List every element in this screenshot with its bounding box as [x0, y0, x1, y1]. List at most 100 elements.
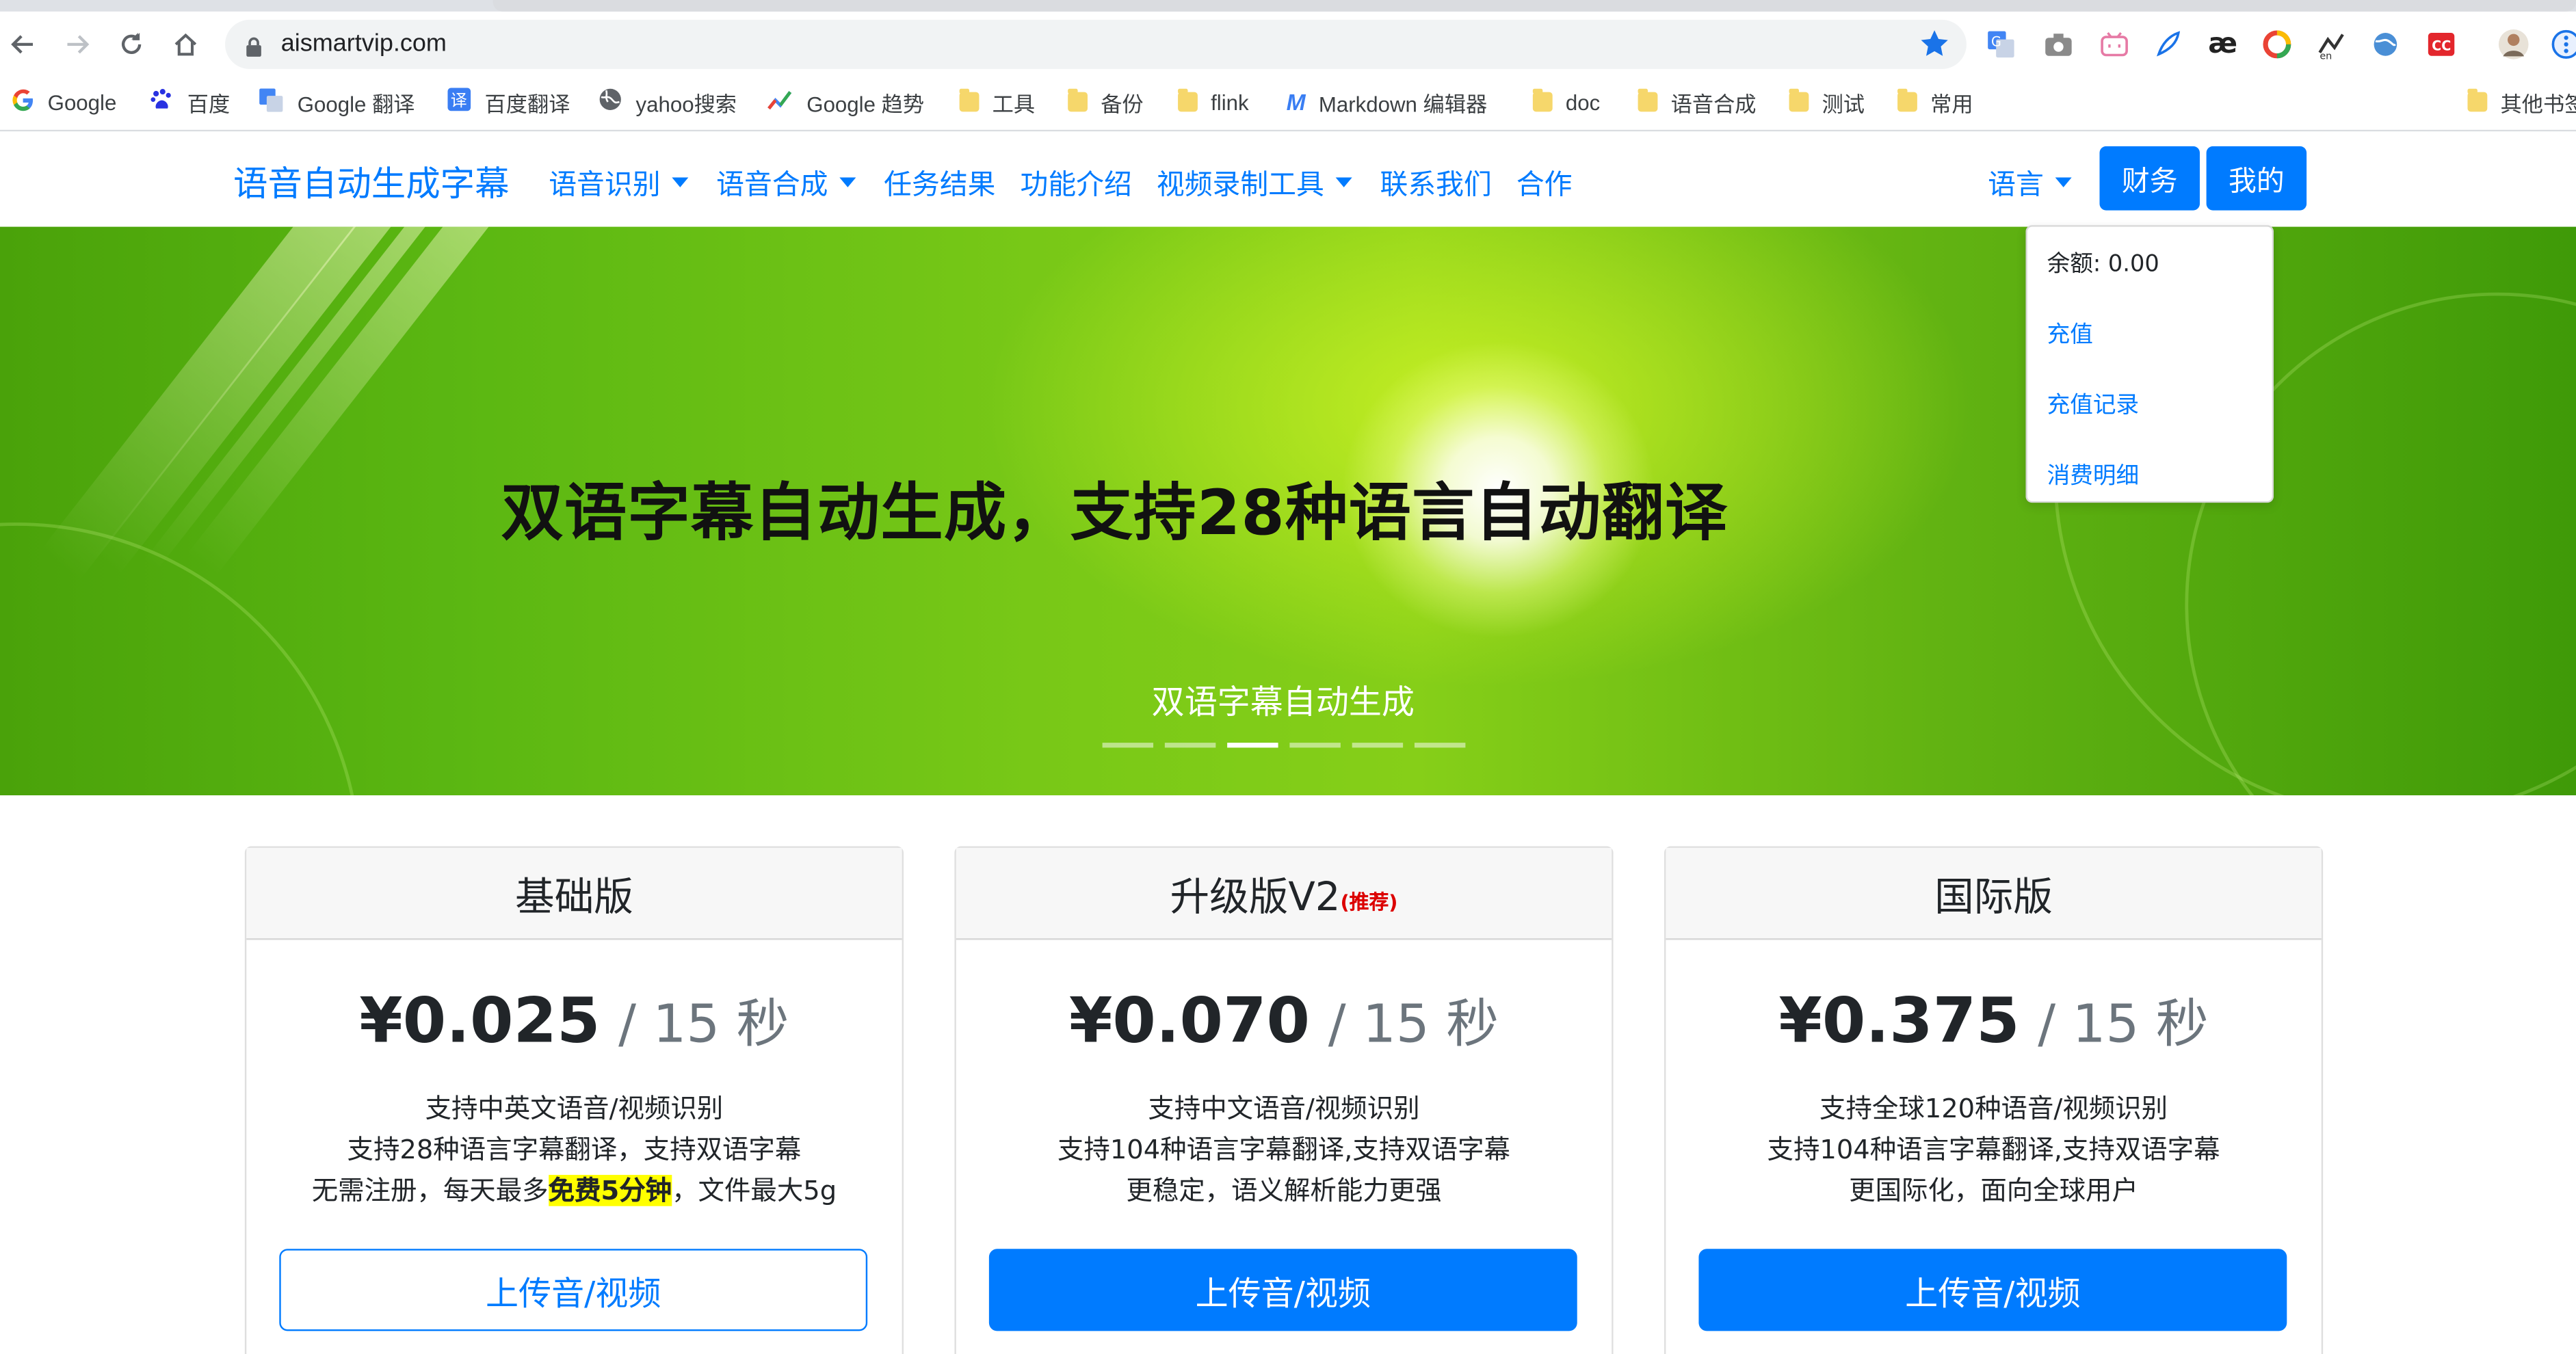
site-brand[interactable]: 语音自动生成字幕 [233, 158, 510, 207]
nav-label: 视频录制工具 [1156, 169, 1324, 202]
bookmark-label: Google [47, 89, 117, 115]
globe-extension-icon[interactable] [2369, 28, 2402, 61]
carousel-indicator[interactable] [1414, 743, 1466, 748]
bookmark-label: Google 翻译 [297, 91, 415, 116]
bookmark-label: yahoo搜索 [635, 91, 737, 116]
camera-icon[interactable] [2042, 28, 2075, 61]
finance-button[interactable]: 财务 [2099, 146, 2200, 211]
folder-icon [2467, 88, 2488, 112]
price-unit: / 15 秒 [1328, 992, 1499, 1055]
plan-feature: 支持104种语言字幕翻译,支持双语字幕 [1767, 1134, 2220, 1165]
recharge-link[interactable]: 充值 [2047, 317, 2093, 350]
folder-icon [1532, 88, 1553, 112]
price-amount: ¥0.070 [1068, 984, 1311, 1057]
nav-features[interactable]: 功能介绍 [1021, 161, 1132, 202]
lock-icon [245, 33, 263, 64]
address-bar[interactable]: aismartvip.com [225, 19, 1967, 69]
mine-button[interactable]: 我的 [2206, 146, 2307, 211]
carousel-indicator[interactable] [1227, 743, 1278, 748]
bookmark-label: Google 趋势 [806, 91, 925, 116]
carousel-indicator[interactable] [1352, 743, 1404, 748]
plan-header: 基础版 [246, 847, 902, 940]
caret-down-icon [2055, 176, 2072, 187]
price-amount: ¥0.025 [359, 984, 601, 1057]
upload-button-basic[interactable]: 上传音/视频 [279, 1249, 868, 1331]
bookmark-markdown-editor[interactable]: M Markdown 编辑器 [1287, 85, 1488, 118]
bookmark-folder-doc[interactable]: doc [1532, 85, 1601, 118]
back-arrow-icon[interactable] [7, 28, 40, 61]
profile-avatar-icon[interactable] [2497, 28, 2530, 61]
browser-menu-icon[interactable] [2547, 28, 2576, 61]
reload-icon[interactable] [115, 28, 148, 61]
svg-text:en: en [2319, 51, 2332, 59]
folder-icon [1789, 88, 1809, 112]
bookmark-folder-backup[interactable]: 备份 [1068, 85, 1144, 118]
baidu-icon [150, 87, 174, 116]
plan-feature: 支持中英文语音/视频识别 [425, 1092, 724, 1124]
nav-speech-synthesis[interactable]: 语音合成 [716, 161, 856, 202]
bookmark-label: 百度 [187, 91, 231, 116]
home-icon[interactable] [169, 28, 202, 61]
carousel-indicator[interactable] [1289, 743, 1341, 748]
bookmark-folder-speech-synthesis[interactable]: 语音合成 [1638, 85, 1757, 118]
plan-feature: 支持104种语言字幕翻译,支持双语字幕 [1057, 1134, 1510, 1165]
ae-extension-icon[interactable]: æ [2207, 28, 2239, 61]
recharge-records-link[interactable]: 充值记录 [2047, 388, 2140, 421]
bookmark-folder-test[interactable]: 测试 [1789, 85, 1865, 118]
network-extension-icon[interactable]: en [2315, 28, 2348, 61]
bookmark-baidu[interactable]: 百度 [150, 85, 231, 118]
upload-button-international[interactable]: 上传音/视频 [1698, 1249, 2287, 1331]
price-unit: / 15 秒 [618, 992, 789, 1055]
plan-feature: 支持中文语音/视频识别 [1148, 1092, 1420, 1124]
feather-extension-icon[interactable] [2152, 28, 2185, 61]
cc-extension-icon[interactable]: CC [2425, 28, 2458, 61]
nav-language[interactable]: 语言 [1988, 161, 2072, 202]
hero-arc [0, 522, 362, 796]
folder-icon [1178, 88, 1198, 112]
price-amount: ¥0.375 [1778, 984, 2020, 1057]
nav-label: 功能介绍 [1020, 169, 1132, 202]
plan-header: 升级版V2 (推荐) [956, 847, 1612, 940]
upload-button-upgraded[interactable]: 上传音/视频 [988, 1249, 1577, 1331]
plan-feature: 更稳定，语义解析能力更强 [1126, 1175, 1442, 1206]
bookmark-google-trends[interactable]: Google 趋势 [767, 85, 924, 118]
nav-speech-recognition[interactable]: 语音识别 [549, 161, 689, 202]
caret-down-icon [839, 176, 856, 187]
bookmark-baidu-translate[interactable]: 译 百度翻译 [447, 85, 570, 118]
color-wheel-extension-icon[interactable] [2261, 28, 2294, 61]
google-icon [12, 88, 35, 116]
nav-cooperation[interactable]: 合作 [1516, 161, 1573, 202]
bookmark-yahoo[interactable]: yahoo搜索 [598, 85, 737, 118]
carousel-indicator[interactable] [1164, 743, 1216, 748]
bookmark-folder-tools[interactable]: 工具 [959, 85, 1035, 118]
nav-task-results[interactable]: 任务结果 [884, 161, 995, 202]
bookmark-google-translate[interactable]: Google 翻译 [258, 85, 415, 118]
bookmark-label: doc [1565, 89, 1601, 115]
nav-label: 合作 [1516, 169, 1573, 202]
bookmark-label: 其他书签 [2500, 91, 2576, 116]
forward-arrow-icon[interactable] [61, 28, 94, 61]
plan-card-upgraded-v2: 升级版V2 (推荐) ¥0.070 / 15 秒 支持中文语音/视频识别 支持10… [954, 846, 1614, 1354]
bookmark-folder-common[interactable]: 常用 [1897, 85, 1973, 118]
url-text: aismartvip.com [280, 29, 447, 58]
bookmark-star-icon[interactable] [1919, 28, 1950, 66]
consumption-details-link[interactable]: 消费明细 [2047, 458, 2140, 491]
tab-strip [0, 0, 2576, 12]
bookmark-folder-flink[interactable]: flink [1178, 85, 1249, 118]
bookmark-google[interactable]: Google [12, 85, 117, 118]
carousel-indicator[interactable] [1102, 743, 1154, 748]
bookmark-label: 百度翻译 [484, 91, 570, 116]
nav-contact-us[interactable]: 联系我们 [1380, 161, 1492, 202]
plan-card-basic: 基础版 ¥0.025 / 15 秒 支持中英文语音/视频识别 支持28种语言字幕… [244, 846, 904, 1354]
svg-text:G: G [1991, 34, 2001, 49]
bookmark-folder-other[interactable]: 其他书签 [2467, 85, 2576, 118]
google-translate-extension-icon[interactable]: G [1984, 28, 2017, 61]
browser-toolbar: aismartvip.com G æ en CC [0, 0, 2576, 85]
trends-icon [767, 88, 793, 116]
nav-label: 语言 [1988, 169, 2044, 202]
translate-icon: 译 [447, 87, 471, 116]
nav-video-recording-tool[interactable]: 视频录制工具 [1157, 161, 1352, 202]
bilibili-extension-icon[interactable] [2098, 28, 2131, 61]
bookmark-label: 常用 [1930, 91, 1973, 116]
browser-window: aismartvip.com G æ en CC Google 百度 Googl… [0, 0, 2576, 1354]
